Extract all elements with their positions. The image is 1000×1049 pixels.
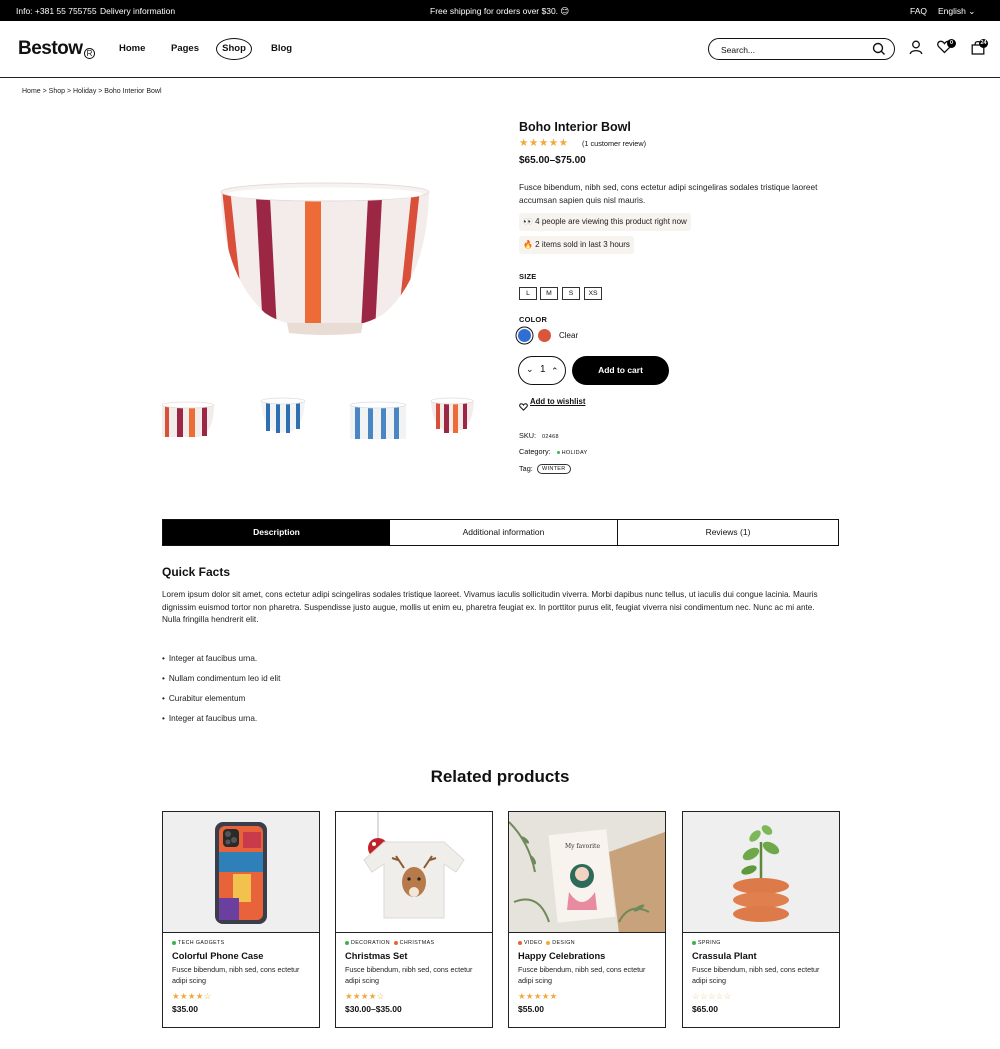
nav-blog[interactable]: Blog: [271, 43, 292, 54]
nav-pages[interactable]: Pages: [171, 43, 199, 54]
search-icon[interactable]: [872, 42, 886, 61]
breadcrumb[interactable]: Home > Shop > Holiday > Boho Interior Bo…: [22, 88, 162, 95]
clear-selection-link[interactable]: Clear: [559, 331, 578, 340]
cart-count-badge: 24: [979, 39, 988, 48]
shipping-notice: Free shipping for orders over $30. 😊: [430, 6, 570, 16]
product-card-categories: DECORATION CHRISTMAS: [345, 940, 434, 946]
wishlist-count-badge: 0: [947, 39, 956, 48]
size-option-l[interactable]: L: [519, 287, 537, 300]
category-link[interactable]: HOLIDAY: [556, 450, 588, 456]
quantity-stepper: ⌄ 1 ⌃: [518, 356, 566, 385]
product-card-title[interactable]: Colorful Phone Case: [172, 951, 263, 961]
sku-row: SKU: 02468: [519, 431, 559, 440]
bullet-item: Nullam condimentum leo id elit: [162, 674, 281, 683]
product-price: $65.00–$75.00: [519, 155, 586, 166]
product-card-description: Fusce bibendum, nibh sed, cons ectetur a…: [172, 965, 300, 985]
add-to-cart-button[interactable]: Add to cart: [572, 356, 669, 385]
product-card[interactable]: DECORATION CHRISTMAS Christmas Set Fusce…: [335, 811, 493, 1028]
product-card-categories: VIDEO DESIGN: [518, 940, 575, 946]
product-card-title[interactable]: Crassula Plant: [692, 951, 757, 961]
product-main-image[interactable]: [215, 175, 435, 340]
product-card-title[interactable]: Christmas Set: [345, 951, 408, 961]
product-card-price: $35.00: [172, 1004, 198, 1014]
thumbnail-3[interactable]: [348, 393, 408, 443]
product-card-price: $65.00: [692, 1004, 718, 1014]
tag-winter[interactable]: WINTER: [537, 464, 571, 474]
size-label: SIZE: [519, 272, 537, 281]
related-products-heading: Related products: [430, 767, 570, 786]
sold-notice: 🔥 2 items sold in last 3 hours: [519, 236, 634, 254]
nav-home[interactable]: Home: [119, 43, 145, 54]
product-card-rating: ☆☆☆☆☆: [692, 991, 732, 1001]
tab-reviews[interactable]: Reviews (1): [618, 520, 838, 545]
thumbnail-4[interactable]: [428, 393, 488, 443]
top-bar: Info: +381 55 755755 Delivery informatio…: [0, 0, 1000, 21]
tag-label: Tag:: [519, 464, 533, 473]
review-count-link[interactable]: (1 customer review): [582, 139, 646, 148]
sku-value: 02468: [542, 434, 559, 440]
search-box: [708, 38, 895, 60]
product-card-image[interactable]: My favorite: [509, 812, 665, 933]
add-to-wishlist-link[interactable]: Add to wishlist: [530, 397, 585, 406]
product-card-image[interactable]: [163, 812, 319, 933]
contact-info: Info: +381 55 755755: [16, 6, 97, 16]
thumbnail-1[interactable]: [161, 393, 222, 443]
product-short-description: Fusce bibendum, nibh sed, cons ectetur a…: [519, 182, 818, 205]
product-card[interactable]: TECH GADGETS Colorful Phone Case Fusce b…: [162, 811, 320, 1028]
product-card-title[interactable]: Happy Celebrations: [518, 951, 605, 961]
quantity-value[interactable]: 1: [540, 364, 546, 375]
product-tabs: Description Additional information Revie…: [162, 519, 839, 546]
size-option-xs[interactable]: XS: [584, 287, 602, 300]
tab-description[interactable]: Description: [163, 520, 390, 545]
nav-shop[interactable]: Shop: [216, 38, 252, 60]
heart-icon[interactable]: [519, 398, 528, 416]
quantity-decrease-button[interactable]: ⌄: [526, 364, 534, 375]
bullet-item: Integer at faucibus urna.: [162, 654, 257, 663]
product-card-image[interactable]: [683, 812, 839, 933]
svg-text:My favorite: My favorite: [565, 843, 600, 850]
product-card[interactable]: SPRING Crassula Plant Fusce bibendum, ni…: [682, 811, 840, 1028]
product-card-description: Fusce bibendum, nibh sed, cons ectetur a…: [692, 965, 820, 985]
quantity-increase-button[interactable]: ⌃: [551, 366, 559, 377]
color-label: COLOR: [519, 315, 548, 324]
product-card-rating: ★★★★☆: [345, 991, 385, 1001]
language-select[interactable]: English ⌄: [938, 6, 975, 17]
product-title: Boho Interior Bowl: [519, 120, 631, 134]
product-card-categories: TECH GADGETS: [172, 940, 225, 946]
bullet-item: Integer at faucibus urna.: [162, 714, 257, 723]
product-card-image[interactable]: [336, 812, 492, 933]
size-option-m[interactable]: M: [540, 287, 558, 300]
faq-link[interactable]: FAQ: [910, 6, 927, 16]
thumbnail-2[interactable]: [257, 393, 317, 443]
quick-facts-heading: Quick Facts: [162, 565, 231, 579]
product-card-description: Fusce bibendum, nibh sed, cons ectetur a…: [345, 965, 473, 985]
search-input[interactable]: [721, 43, 861, 56]
viewing-notice: 👀 4 people are viewing this product righ…: [519, 213, 691, 231]
product-card-price: $30.00–$35.00: [345, 1004, 402, 1014]
category-row: Category: HOLIDAY: [519, 447, 588, 456]
user-icon[interactable]: [909, 40, 923, 60]
color-swatch-blue[interactable]: [518, 329, 531, 342]
product-card-price: $55.00: [518, 1004, 544, 1014]
delivery-info-link[interactable]: Delivery information: [100, 6, 175, 16]
product-card-categories: SPRING: [692, 940, 721, 946]
bullet-item: Curabitur elementum: [162, 694, 245, 703]
color-swatch-red[interactable]: [538, 329, 551, 342]
registered-mark: R: [83, 48, 95, 59]
quick-facts-text: Lorem ipsum dolor sit amet, cons ectetur…: [162, 590, 818, 624]
product-card-rating: ★★★★☆: [172, 991, 212, 1001]
tab-additional-information[interactable]: Additional information: [390, 520, 618, 545]
site-header: BestowR Home Pages Shop Blog 0 24: [0, 21, 1000, 78]
size-option-s[interactable]: S: [562, 287, 580, 300]
product-card[interactable]: My favorite VIDEO DESIGN Happy Celebrati…: [508, 811, 666, 1028]
product-card-rating: ★★★★★: [518, 991, 558, 1001]
product-card-description: Fusce bibendum, nibh sed, cons ectetur a…: [518, 965, 646, 985]
product-rating-stars: ★★★★★: [519, 137, 569, 149]
logo[interactable]: Bestow R: [18, 38, 95, 60]
